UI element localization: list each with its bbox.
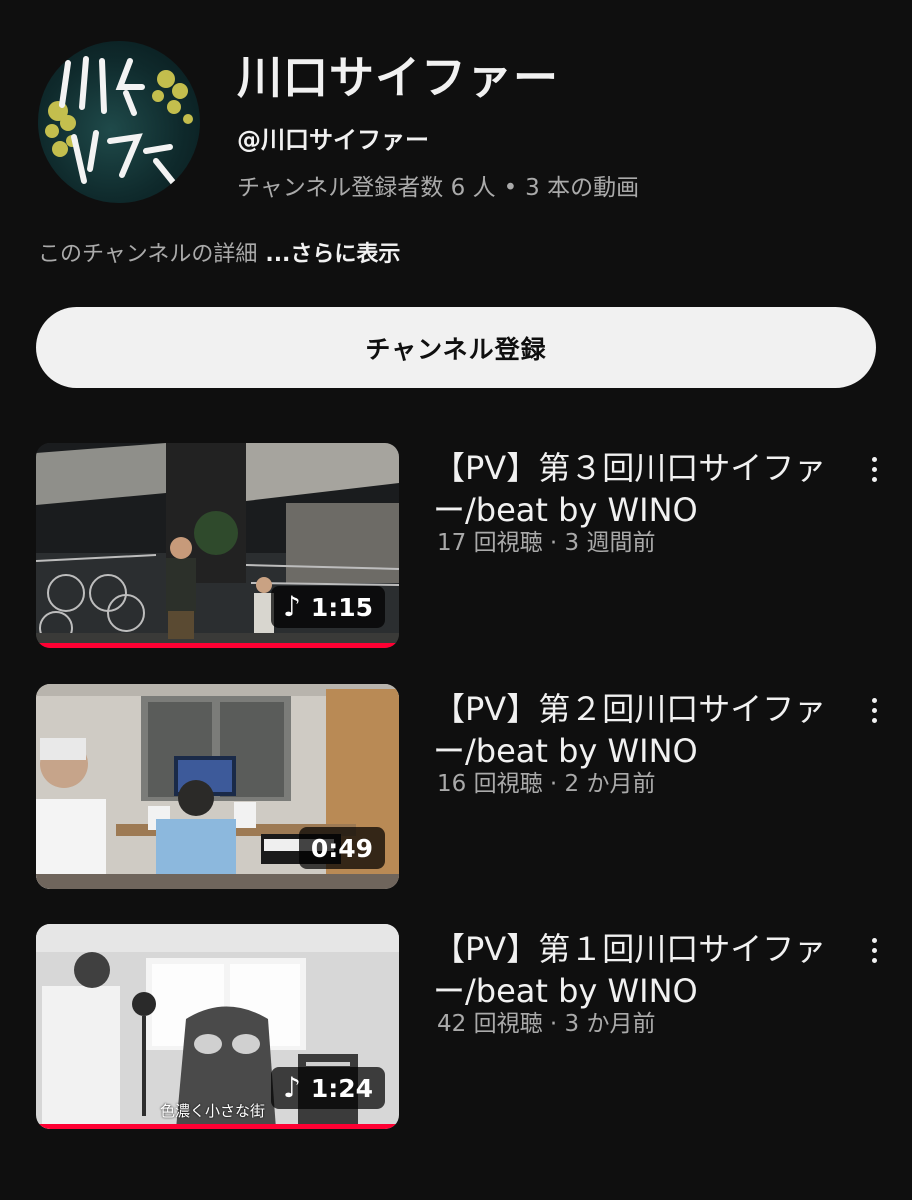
video-count: 3 本の動画	[525, 175, 640, 201]
video-meta: 42 回視聴 · 3 か月前	[437, 1011, 656, 1037]
channel-avatar-art	[45, 56, 193, 194]
channel-handle: @川口サイファー	[237, 126, 429, 154]
video-duration: ♪ 1:24	[270, 1067, 385, 1109]
video-meta: 17 回視聴 · 3 週間前	[437, 530, 656, 556]
duration-text: 1:15	[310, 592, 373, 622]
watch-progress-bar	[36, 1124, 399, 1129]
more-vert-icon[interactable]	[862, 930, 886, 970]
more-vert-icon[interactable]	[862, 690, 886, 730]
video-caption: 色濃く小さな街	[160, 1102, 266, 1120]
video-title[interactable]: 【PV】第１回川口サイファー/beat by WINO	[433, 928, 833, 1012]
channel-avatar[interactable]	[38, 41, 200, 203]
video-item[interactable]: 色濃く小さな街 ♪ 1:24 【PV】第１回川口サイファー/beat by WIN…	[36, 924, 886, 1129]
channel-stats: チャンネル登録者数 6 人 • 3 本の動画	[237, 173, 639, 203]
video-title[interactable]: 【PV】第３回川口サイファー/beat by WINO	[433, 447, 833, 531]
channel-title: 川口サイファー	[237, 51, 560, 104]
music-note-icon: ♪	[282, 590, 301, 623]
subscribe-button[interactable]: チャンネル登録	[36, 307, 876, 388]
stats-separator: •	[503, 175, 518, 201]
duration-text: 0:49	[310, 833, 373, 863]
video-thumbnail[interactable]: 0:49	[36, 684, 399, 889]
video-item[interactable]: 0:49 【PV】第２回川口サイファー/beat by WINO 16 回視聴 …	[36, 684, 886, 889]
video-duration: 0:49	[298, 827, 385, 869]
duration-text: 1:24	[310, 1073, 373, 1103]
video-meta: 16 回視聴 · 2 か月前	[437, 771, 656, 797]
channel-description[interactable]: このチャンネルの詳細 ...さらに表示	[38, 240, 400, 270]
description-text: このチャンネルの詳細	[38, 242, 258, 267]
music-note-icon: ♪	[282, 1071, 301, 1104]
video-thumbnail[interactable]: ♪ 1:15	[36, 443, 399, 648]
video-item[interactable]: ♪ 1:15 【PV】第３回川口サイファー/beat by WINO 17 回視聴…	[36, 443, 886, 648]
video-duration: ♪ 1:15	[270, 586, 385, 628]
more-vert-icon[interactable]	[862, 449, 886, 489]
video-thumbnail[interactable]: 色濃く小さな街 ♪ 1:24	[36, 924, 399, 1129]
video-title[interactable]: 【PV】第２回川口サイファー/beat by WINO	[433, 688, 833, 772]
subscriber-count: チャンネル登録者数 6 人	[237, 175, 496, 201]
watch-progress-bar	[36, 643, 399, 648]
show-more-link[interactable]: ...さらに表示	[265, 242, 400, 267]
